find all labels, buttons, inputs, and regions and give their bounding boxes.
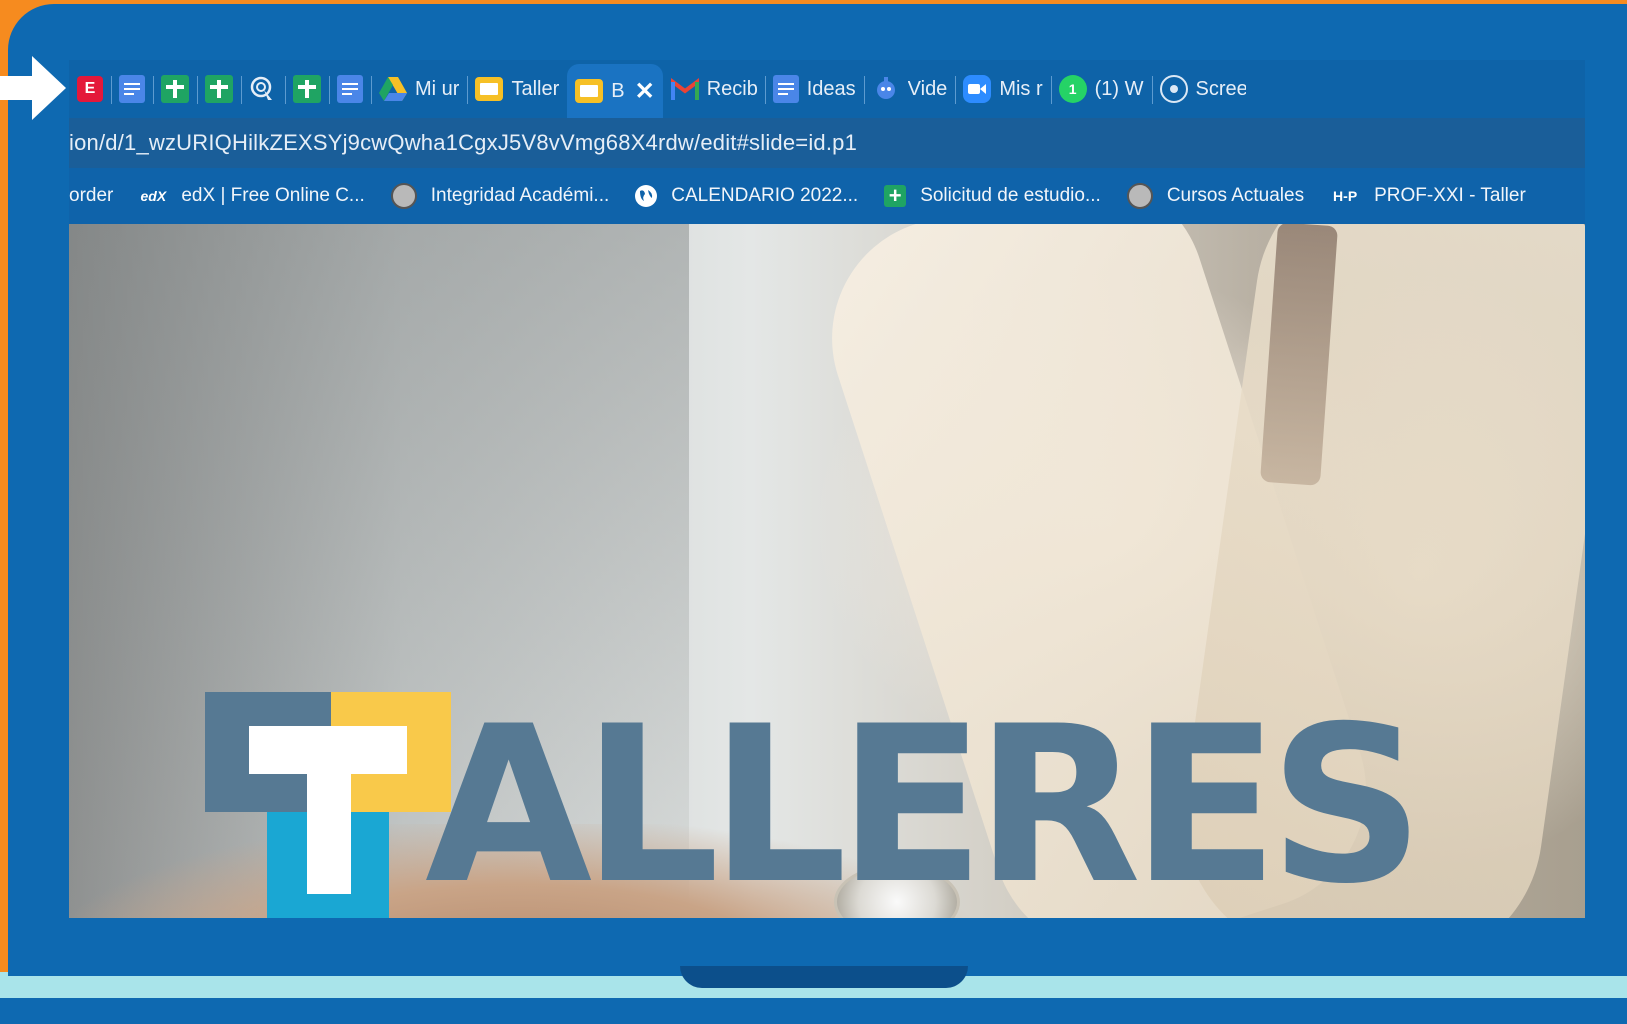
- tab-slides-active[interactable]: B ✕: [567, 64, 663, 118]
- bookmark-item[interactable]: Cursos Actuales: [1126, 183, 1305, 209]
- slide-canvas[interactable]: ALLERES: [69, 224, 1585, 918]
- edx-icon: edX: [140, 188, 167, 204]
- tab-zoom[interactable]: Mis r: [955, 60, 1050, 118]
- bookmark-label: PROF-XXI - Taller: [1374, 185, 1526, 206]
- google-docs-icon: [772, 75, 799, 103]
- tab-label: Taller: [511, 77, 560, 100]
- right-arrow-icon: [0, 56, 66, 120]
- globe-icon: [635, 185, 658, 207]
- tab-doc[interactable]: [111, 60, 153, 118]
- tab-label: Mis r: [999, 77, 1043, 100]
- bookmark-label: Cursos Actuales: [1166, 185, 1305, 206]
- tab-label: Recib: [706, 77, 757, 100]
- record-icon: [1159, 75, 1188, 103]
- hp-icon: H-P: [1333, 188, 1358, 204]
- tab-label: Ideas: [806, 77, 856, 100]
- tab-sheet[interactable]: [153, 60, 197, 118]
- google-drive-icon: [379, 75, 407, 103]
- google-sheets-icon: [293, 75, 321, 103]
- google-sheets-icon: [205, 75, 233, 103]
- whatsapp-icon: 1: [1058, 75, 1087, 103]
- tab-slides[interactable]: Taller: [467, 60, 567, 118]
- google-sheets-icon: [161, 75, 189, 103]
- bookmark-label: Solicitud de estudio...: [920, 185, 1101, 206]
- google-docs-icon: [119, 75, 145, 103]
- talleres-logo-mark: [205, 692, 451, 918]
- bookmark-label: order: [69, 185, 114, 206]
- bookmarks-bar: order edX edX | Free Online C... Integri…: [69, 168, 1585, 224]
- bookmark-label: CALENDARIO 2022...: [671, 185, 859, 206]
- tab-video[interactable]: Vide: [863, 60, 956, 118]
- tab-gmail[interactable]: Recib: [663, 60, 765, 118]
- tab-label: Mi ur: [415, 77, 460, 100]
- tab-sheet[interactable]: [285, 60, 329, 118]
- bookmark-label: edX | Free Online C...: [181, 185, 365, 206]
- bookmark-item[interactable]: + Solicitud de estudio...: [884, 183, 1101, 208]
- tab-drive[interactable]: Mi ur: [371, 60, 467, 118]
- tab-label: Vide: [907, 77, 948, 100]
- talleres-logo-text: ALLERES: [425, 680, 1424, 918]
- hand-pointer-icon: [249, 75, 277, 103]
- tab-hand[interactable]: [241, 60, 285, 118]
- zoom-icon: [963, 75, 992, 103]
- e-icon: E: [77, 76, 103, 102]
- avatar-icon: [390, 183, 417, 209]
- device-notch: [680, 966, 968, 988]
- tab-label: Scree: [1195, 77, 1246, 100]
- tab-doc[interactable]: Ideas: [764, 60, 864, 118]
- tab-e[interactable]: E: [69, 60, 111, 118]
- tab-doc[interactable]: [329, 60, 371, 118]
- browser-window: E Mi ur Taller B ✕ Recib Ideas Vide Mis …: [69, 60, 1585, 918]
- tab-whatsapp[interactable]: 1 (1) W: [1050, 60, 1152, 118]
- tab-label: (1) W: [1094, 77, 1144, 100]
- url-text[interactable]: ion/d/1_wzURIQHilkZEXSYj9cwQwha1CgxJ5V8v…: [69, 130, 857, 156]
- bookmark-item[interactable]: CALENDARIO 2022...: [635, 185, 858, 207]
- google-docs-icon: [337, 75, 363, 103]
- bookmark-item[interactable]: edX edX | Free Online C...: [139, 185, 365, 207]
- bookmark-label: Integridad Académi...: [430, 185, 610, 206]
- address-bar[interactable]: ion/d/1_wzURIQHilkZEXSYj9cwQwha1CgxJ5V8v…: [69, 118, 1585, 168]
- tab-strip: E Mi ur Taller B ✕ Recib Ideas Vide Mis …: [69, 60, 1585, 118]
- video-icon: [872, 75, 900, 103]
- close-icon[interactable]: ✕: [635, 77, 655, 106]
- bookmark-item[interactable]: H-P PROF-XXI - Taller: [1330, 185, 1526, 207]
- tab-sheet[interactable]: [197, 60, 241, 118]
- bookmark-item[interactable]: Integridad Académi...: [390, 183, 610, 209]
- avatar-icon: [1126, 183, 1153, 209]
- logo-t-stem: [307, 726, 351, 894]
- google-sheets-icon: +: [884, 183, 907, 208]
- tab-label: B: [611, 79, 625, 102]
- gmail-icon: [670, 75, 699, 103]
- bookmark-item[interactable]: order: [69, 185, 113, 207]
- tab-screen-record[interactable]: Scree: [1151, 60, 1254, 118]
- google-slides-icon: [475, 77, 504, 101]
- google-slides-icon: [575, 79, 604, 103]
